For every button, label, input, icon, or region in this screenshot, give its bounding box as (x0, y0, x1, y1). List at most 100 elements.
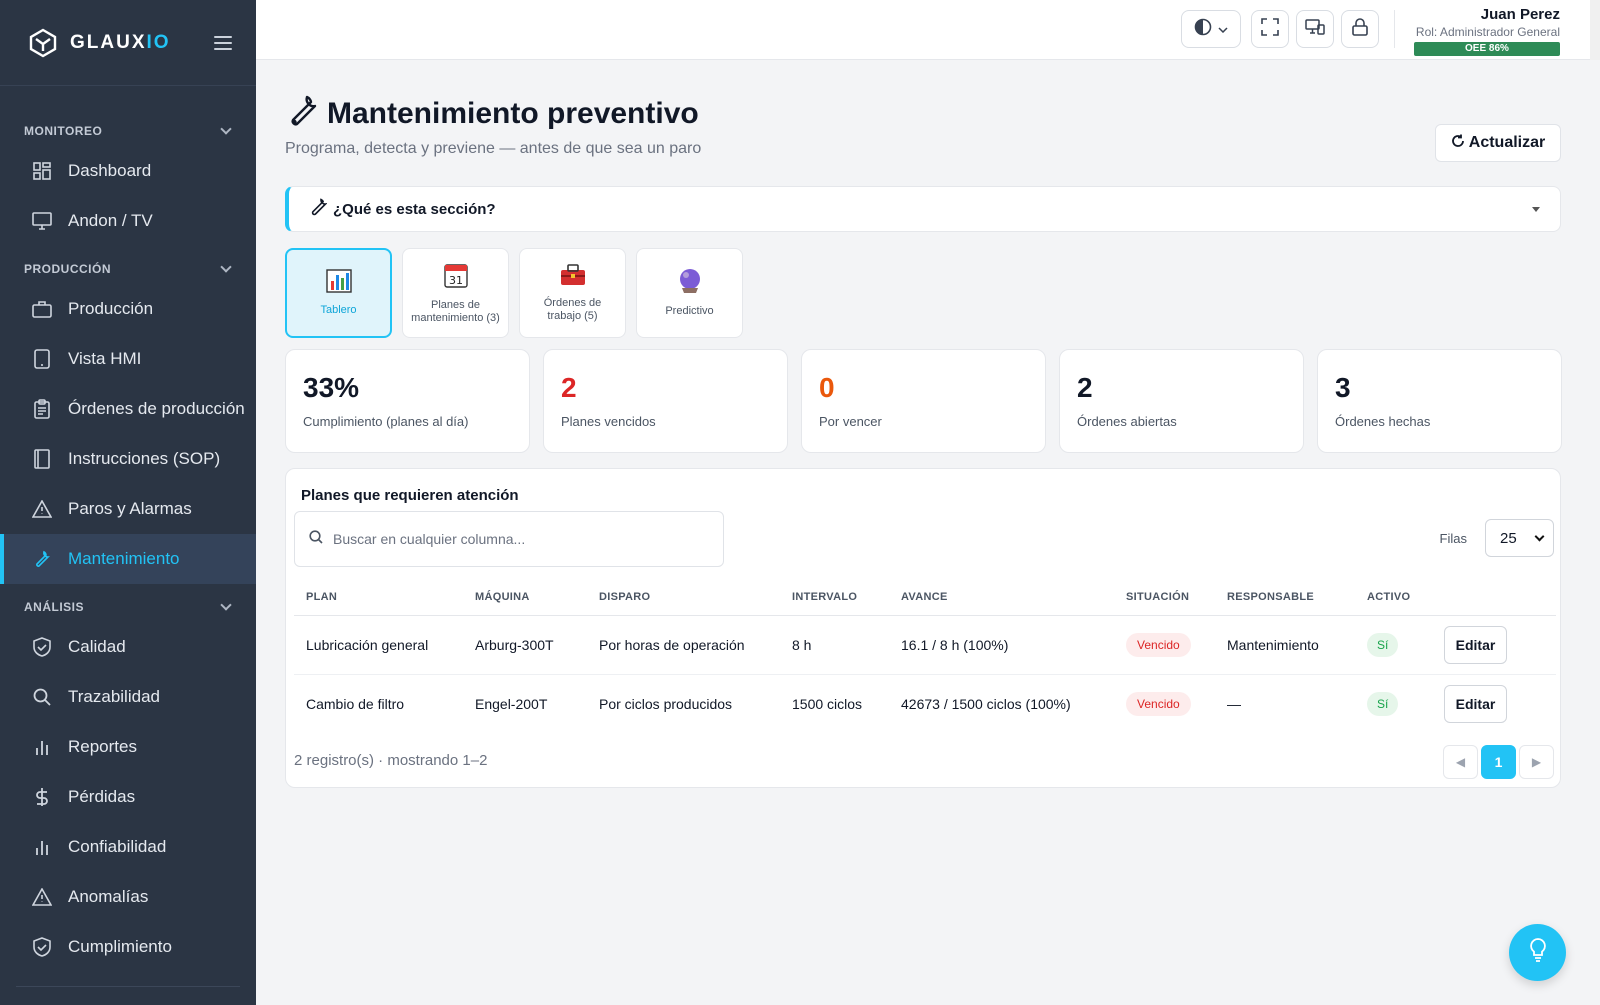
section-title: PRODUCCIÓN (24, 262, 112, 276)
kpi-label: Órdenes hechas (1335, 414, 1431, 429)
lock-button[interactable] (1341, 10, 1379, 48)
sidebar-item-label: Confiabilidad (68, 837, 167, 856)
calendar-icon: 31 (443, 262, 468, 293)
cell-action: Editar (1432, 615, 1556, 675)
section-analisis[interactable]: ANÁLISIS (0, 592, 256, 622)
column-header[interactable]: SITUACIÓN (1114, 579, 1215, 616)
sidebar-item-calidad[interactable]: Calidad (0, 622, 256, 672)
bar-chart-icon (32, 737, 52, 757)
search-input[interactable] (333, 531, 713, 547)
crystal-ball-icon (677, 268, 703, 299)
kpi-card: 2 Órdenes abiertas (1059, 349, 1304, 453)
search-icon (309, 529, 323, 549)
table-title: Planes que requieren atención (301, 487, 519, 504)
tab-ordenes-trabajo[interactable]: Órdenes de trabajo (5) (519, 248, 626, 338)
kpi-value: 33% (303, 372, 360, 403)
sidebar-item-trazabilidad[interactable]: Trazabilidad (0, 672, 256, 722)
sidebar-item-ordenes-produccion[interactable]: Órdenes de producción (0, 384, 256, 434)
sidebar-item-label: Paros y Alarmas (68, 499, 192, 518)
column-header[interactable]: AVANCE (889, 579, 1114, 616)
devices-icon (1305, 18, 1325, 41)
kpi-label: Planes vencidos (561, 414, 656, 429)
bar-chart-emoji-icon (325, 269, 352, 298)
tab-tablero[interactable]: Tablero (285, 248, 392, 338)
scrollbar[interactable] (1590, 0, 1600, 60)
table-header-row: PLAN MÁQUINA DISPARO INTERVALO AVANCE SI… (294, 579, 1556, 616)
edit-button[interactable]: Editar (1444, 684, 1507, 723)
sidebar-item-reportes[interactable]: Reportes (0, 722, 256, 772)
svg-text:31: 31 (449, 274, 463, 287)
column-header[interactable]: INTERVALO (780, 579, 889, 616)
lock-icon (1352, 17, 1368, 41)
page-button-current[interactable]: 1 (1481, 745, 1516, 779)
user-name[interactable]: Juan Perez (1481, 6, 1560, 23)
column-header[interactable]: DISPARO (587, 579, 780, 616)
fullscreen-icon (1261, 17, 1279, 41)
search-field[interactable] (294, 511, 724, 567)
search-icon (32, 687, 52, 707)
section-info-toggle[interactable]: ¿Qué es esta sección? (285, 186, 1561, 232)
tips-button[interactable] (1509, 924, 1566, 981)
sidebar-item-label: Calidad (68, 637, 126, 656)
menu-toggle-icon[interactable] (214, 35, 232, 50)
section-produccion[interactable]: PRODUCCIÓN (0, 254, 256, 284)
sidebar-item-vista-hmi[interactable]: Vista HMI (0, 334, 256, 384)
column-header[interactable]: PLAN (294, 579, 463, 616)
devices-button[interactable] (1296, 10, 1334, 48)
tab-planes[interactable]: 31 Planes de mantenimiento (3) (402, 248, 509, 338)
cell-avance: 16.1 / 8 h (100%) (889, 615, 1114, 675)
sidebar-item-paros-alarmas[interactable]: Paros y Alarmas (0, 484, 256, 534)
sidebar-item-label: Pérdidas (68, 787, 136, 806)
sidebar-item-cumplimiento[interactable]: Cumplimiento (0, 922, 256, 972)
section-title: ANÁLISIS (24, 600, 85, 614)
sidebar-item-label: Andon / TV (68, 211, 153, 230)
refresh-button[interactable]: Actualizar (1435, 124, 1561, 162)
sidebar-item-perdidas[interactable]: Pérdidas (0, 772, 256, 822)
column-header[interactable]: ACTIVO (1355, 579, 1432, 616)
tab-label: Planes de mantenimiento (3) (411, 298, 500, 324)
sidebar-item-anomalias[interactable]: Anomalías (0, 872, 256, 922)
cell-avance: 42673 / 1500 ciclos (100%) (901, 695, 1071, 712)
section-monitoreo[interactable]: MONITOREO (0, 116, 256, 146)
next-page-button[interactable]: ▶ (1519, 745, 1554, 779)
column-header[interactable]: RESPONSABLE (1215, 579, 1355, 616)
sidebar-item-confiabilidad[interactable]: Confiabilidad (0, 822, 256, 872)
cell-disparo: Por ciclos producidos (599, 695, 733, 712)
refresh-icon (1451, 134, 1465, 153)
tab-label: Tablero (320, 304, 357, 316)
grid-icon (32, 161, 52, 181)
refresh-label: Actualizar (1468, 134, 1546, 151)
sidebar-item-produccion[interactable]: Producción (0, 284, 256, 334)
status-badge: Vencido (1126, 632, 1191, 657)
rows-per-page-select[interactable]: 25 (1485, 519, 1554, 557)
rows-value: 25 (1500, 529, 1517, 547)
shield-check-icon (32, 637, 52, 657)
sidebar-item-label: Cumplimiento (68, 937, 172, 956)
sidebar-item-label: Producción (68, 299, 154, 318)
section-title: MONITOREO (24, 124, 103, 138)
cell-plan: Lubricación general (294, 615, 463, 675)
cell-action: Editar (1432, 674, 1556, 733)
sidebar-item-mantenimiento[interactable]: Mantenimiento (0, 534, 256, 584)
sidebar-item-andon[interactable]: Andon / TV (0, 196, 256, 246)
theme-toggle-button[interactable] (1181, 10, 1241, 48)
prev-page-button[interactable]: ◀ (1443, 745, 1478, 779)
column-header[interactable]: MÁQUINA (463, 579, 587, 616)
topbar: Juan Perez Rol: Administrador General OE… (256, 0, 1600, 60)
kpi-card: 3 Órdenes hechas (1317, 349, 1562, 453)
dollar-icon (32, 787, 52, 807)
sidebar-item-dashboard[interactable]: Dashboard (0, 146, 256, 196)
active-badge: Sí (1367, 691, 1399, 716)
chevron-down-icon (1218, 20, 1228, 38)
edit-button[interactable]: Editar (1444, 625, 1507, 664)
tab-predictivo[interactable]: Predictivo (636, 248, 743, 338)
sidebar-item-instrucciones[interactable]: Instrucciones (SOP) (0, 434, 256, 484)
page-title: Mantenimiento preventivo (285, 94, 699, 133)
sidebar-item-label: Mantenimiento (68, 549, 180, 568)
kpi-cards: 33% Cumplimiento (planes al día) 2 Plane… (285, 349, 1562, 453)
kpi-label: Cumplimiento (planes al día) (303, 414, 469, 429)
page-heading: Mantenimiento preventivo (327, 96, 699, 130)
glauxio-logo-icon[interactable] (26, 26, 60, 60)
user-role: Rol: Administrador General (1415, 25, 1560, 39)
fullscreen-button[interactable] (1251, 10, 1289, 48)
